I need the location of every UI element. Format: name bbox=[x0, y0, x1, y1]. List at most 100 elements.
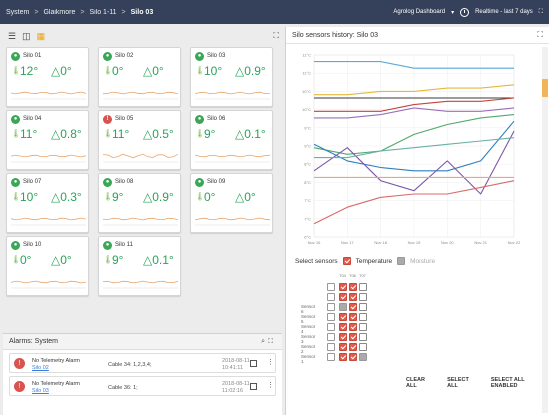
silo-name: Silo 07 bbox=[23, 179, 42, 185]
sensor-checkbox[interactable] bbox=[349, 313, 357, 321]
silo-sparkline bbox=[11, 91, 86, 100]
moisture-label: Moisture bbox=[410, 257, 436, 265]
silo-card[interactable]: ● Silo 09 🌡 0° △0° bbox=[190, 173, 273, 233]
sensor-checkbox[interactable] bbox=[359, 303, 367, 311]
alarm-checkbox[interactable] bbox=[250, 360, 257, 367]
breadcrumb-separator: > bbox=[80, 8, 85, 16]
silo-temperature: 0° bbox=[112, 64, 124, 78]
chevron-down-icon[interactable]: ▾ bbox=[451, 9, 454, 16]
silo-status-icon: ● bbox=[11, 52, 20, 61]
dashboard-selector[interactable]: Agrolog Dashboard bbox=[393, 9, 445, 15]
silo-card[interactable]: ● Silo 10 🌡 0° △0° bbox=[6, 236, 89, 296]
silo-delta: △0.8° bbox=[51, 127, 82, 141]
sensor-checkbox[interactable] bbox=[339, 313, 347, 321]
alarm-date: 2018-08-11 bbox=[222, 381, 250, 387]
row-toggle-checkbox[interactable] bbox=[327, 283, 335, 291]
silo-temperature: 9° bbox=[112, 190, 124, 204]
sensor-checkbox[interactable] bbox=[339, 293, 347, 301]
silo-temperature: 10° bbox=[20, 190, 39, 204]
history-title: Silo sensors history: Silo 03 bbox=[292, 31, 378, 39]
sensor-checkbox[interactable] bbox=[349, 333, 357, 341]
silo-card[interactable]: ● Silo 04 🌡 11° △0.8° bbox=[6, 110, 89, 170]
alarm-cable: Cable 34: 1,2,3,4; bbox=[108, 362, 152, 368]
sensor-checkbox[interactable] bbox=[359, 343, 367, 351]
sensor-checkbox[interactable] bbox=[349, 293, 357, 301]
sensor-checkbox[interactable] bbox=[339, 333, 347, 341]
sensor-checkbox[interactable] bbox=[359, 313, 367, 321]
row-toggle-checkbox[interactable] bbox=[327, 303, 335, 311]
select-all-button[interactable]: SELECT ALL bbox=[447, 377, 479, 389]
expand-icon[interactable]: ⛶ bbox=[537, 30, 543, 40]
sensor-checkbox[interactable] bbox=[359, 333, 367, 341]
row-toggle-checkbox[interactable] bbox=[327, 323, 335, 331]
clear-all-button[interactable]: CLEAR ALL bbox=[406, 377, 435, 389]
breadcrumb-system[interactable]: System bbox=[6, 9, 29, 16]
silo-card[interactable]: ● Silo 03 🌡 10° △0.9° bbox=[190, 47, 273, 107]
silo-temperature: 12° bbox=[20, 64, 39, 78]
silo-card[interactable]: ● Silo 06 🌡 9° △0.1° bbox=[190, 110, 273, 170]
time-range-selector[interactable]: Realtime - last 7 days bbox=[475, 9, 533, 15]
sensor-checkbox[interactable] bbox=[359, 283, 367, 291]
sensor-checkbox[interactable] bbox=[359, 293, 367, 301]
more-icon[interactable]: ⋮ bbox=[267, 381, 274, 389]
alarm-date: 2018-08-11 bbox=[222, 358, 250, 364]
row-toggle-checkbox[interactable] bbox=[327, 333, 335, 341]
alarm-icon: ! bbox=[14, 381, 25, 392]
silo-status-icon: ● bbox=[11, 115, 20, 124]
sensor-label: Sensor 1 bbox=[301, 354, 316, 364]
row-toggle-checkbox[interactable] bbox=[327, 293, 335, 301]
y-tick-label: 9°C bbox=[304, 144, 311, 149]
y-tick-label: 9°C bbox=[304, 125, 311, 130]
silo-card[interactable]: ● Silo 08 🌡 9° △0.9° bbox=[98, 173, 181, 233]
sensor-checkbox[interactable] bbox=[359, 323, 367, 331]
scrollbar[interactable] bbox=[542, 47, 548, 413]
sensor-checkbox[interactable] bbox=[339, 343, 347, 351]
alarm-checkbox[interactable] bbox=[250, 383, 257, 390]
row-toggle-checkbox[interactable] bbox=[327, 313, 335, 321]
silo-name: Silo 11 bbox=[115, 242, 133, 248]
sensor-type-selector: Select sensors Temperature Moisture bbox=[295, 257, 435, 265]
row-toggle-checkbox[interactable] bbox=[327, 343, 335, 351]
expand-icon[interactable]: ⛶ bbox=[268, 338, 276, 345]
silo-card[interactable]: ● Silo 01 🌡 12° △0° bbox=[6, 47, 89, 107]
sensor-checkbox[interactable] bbox=[339, 283, 347, 291]
sensor-checkbox[interactable] bbox=[349, 353, 357, 361]
sensor-checkbox[interactable] bbox=[339, 303, 347, 311]
select-all-enabled-button[interactable]: SELECT ALL ENABLED bbox=[491, 377, 549, 389]
sensor-checkbox[interactable] bbox=[349, 323, 357, 331]
card-view-icon[interactable]: ◫ bbox=[22, 31, 31, 42]
row-toggle-checkbox[interactable] bbox=[327, 353, 335, 361]
sensor-checkbox[interactable] bbox=[349, 283, 357, 291]
x-tick-label: Nov 16 bbox=[308, 240, 321, 245]
silo-status-icon: ! bbox=[103, 115, 112, 124]
alarm-row[interactable]: ! No Telemetry Alarm Silo 03 Cable 36: 1… bbox=[9, 376, 276, 396]
silo-name: Silo 10 bbox=[23, 242, 42, 248]
sensor-checkbox[interactable] bbox=[339, 353, 347, 361]
breadcrumb-group[interactable]: Silo 1-11 bbox=[89, 9, 116, 16]
alarm-silo-link[interactable]: Silo 02 bbox=[32, 365, 49, 371]
alarms-title: Alarms: System bbox=[9, 338, 59, 345]
sensor-checkbox[interactable] bbox=[339, 323, 347, 331]
y-tick-label: 11°C bbox=[302, 53, 311, 58]
expand-icon[interactable]: ⛶ bbox=[273, 31, 279, 41]
silo-card[interactable]: ● Silo 11 🌡 9° △0.1° bbox=[98, 236, 181, 296]
silo-card[interactable]: ● Silo 07 🌡 10° △0.3° bbox=[6, 173, 89, 233]
sensor-checkbox[interactable] bbox=[359, 353, 367, 361]
more-icon[interactable]: ⋮ bbox=[267, 358, 274, 366]
fullscreen-icon[interactable]: ⛶ bbox=[539, 9, 543, 16]
silo-card[interactable]: ● Silo 02 🌡 0° △0° bbox=[98, 47, 181, 107]
grid-view-icon[interactable]: ▦ bbox=[37, 31, 46, 42]
list-view-icon[interactable]: ☰ bbox=[8, 31, 16, 42]
temperature-checkbox[interactable] bbox=[342, 257, 351, 265]
scrollbar-thumb[interactable] bbox=[542, 79, 548, 97]
sensor-checkbox[interactable] bbox=[349, 343, 357, 351]
alarm-silo-link[interactable]: Silo 03 bbox=[32, 388, 49, 394]
alarm-row[interactable]: ! No Telemetry Alarm Silo 02 Cable 34: 1… bbox=[9, 353, 276, 373]
alarm-cable: Cable 36: 1; bbox=[108, 385, 138, 391]
moisture-checkbox[interactable] bbox=[397, 257, 406, 265]
breadcrumb-site[interactable]: Glaikmore bbox=[43, 9, 75, 16]
silo-sparkline bbox=[103, 91, 178, 100]
sensor-label: Sensor 2 bbox=[301, 344, 316, 354]
sensor-checkbox[interactable] bbox=[349, 303, 357, 311]
silo-card[interactable]: ! Silo 05 🌡 11° △0.5° bbox=[98, 110, 181, 170]
